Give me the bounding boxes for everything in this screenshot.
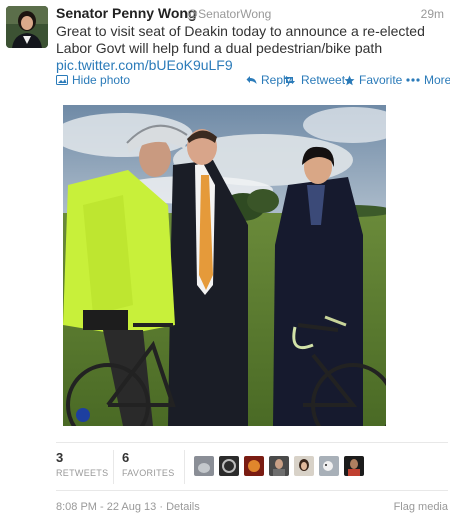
favoriter-avatar[interactable] [194,456,214,476]
tweet-actions: Hide photo Reply Retweet Favorite More [56,73,450,89]
tweet-time[interactable]: 29m [421,7,444,21]
author-handle[interactable]: @SenatorWong [186,7,271,21]
retweet-icon [284,76,295,84]
favoriter-avatar[interactable] [244,456,264,476]
retweet-button[interactable]: Retweet [283,73,345,87]
retweets-label: RETWEETS [56,468,109,478]
favorite-label: Favorite [359,73,403,87]
favoriter-avatar[interactable] [294,456,314,476]
favoriter-avatar[interactable] [269,456,289,476]
footer-separator: · [159,501,164,513]
author-name[interactable]: Senator Penny Wong [56,5,197,21]
author-avatar[interactable] [6,6,48,48]
favorite-button[interactable]: Favorite [344,73,402,87]
retweets-count: 3 [56,450,64,465]
hide-photo-label: Hide photo [72,73,131,87]
favoriter-avatar[interactable] [219,456,239,476]
tweet-photo[interactable] [63,105,386,426]
stats-top-divider [56,442,448,443]
retweet-label: Retweet [301,73,346,87]
flag-media-link[interactable]: Flag media [394,501,448,513]
hide-photo-button[interactable]: Hide photo [56,73,130,87]
retweets-stat[interactable]: 3 RETWEETS [56,450,108,478]
more-dots-icon [406,78,420,82]
more-button[interactable]: More [406,73,450,87]
stats-separator [113,450,114,484]
more-label: More [424,73,450,87]
tweet-card: Senator Penny Wong @SenatorWong 29m Grea… [0,0,450,518]
tweet-timestamp: 8:08 PM - 22 Aug 13 [56,501,157,513]
tweet-body: Great to visit seat of Deakin today to a… [56,23,425,56]
reply-icon [246,76,257,84]
favoriter-avatar[interactable] [319,456,339,476]
favorites-label: FAVORITES [122,468,175,478]
tweet-timestamp-details: 8:08 PM - 22 Aug 13 · Details [56,501,200,513]
photo-icon [56,75,68,85]
details-link[interactable]: Details [166,501,200,513]
favoriters-list [194,456,364,476]
footer-divider [56,490,448,491]
favorites-stat[interactable]: 6 FAVORITES [122,450,175,478]
favoriter-avatar[interactable] [344,456,364,476]
tweet-text: Great to visit seat of Deakin today to a… [56,23,446,74]
tweet-header: Senator Penny Wong @SenatorWong 29m [56,5,444,21]
stats-separator [184,450,185,484]
favorites-count: 6 [122,450,130,465]
star-icon [344,75,355,85]
tweet-link[interactable]: pic.twitter.com/bUEoK9uLF9 [56,57,446,74]
